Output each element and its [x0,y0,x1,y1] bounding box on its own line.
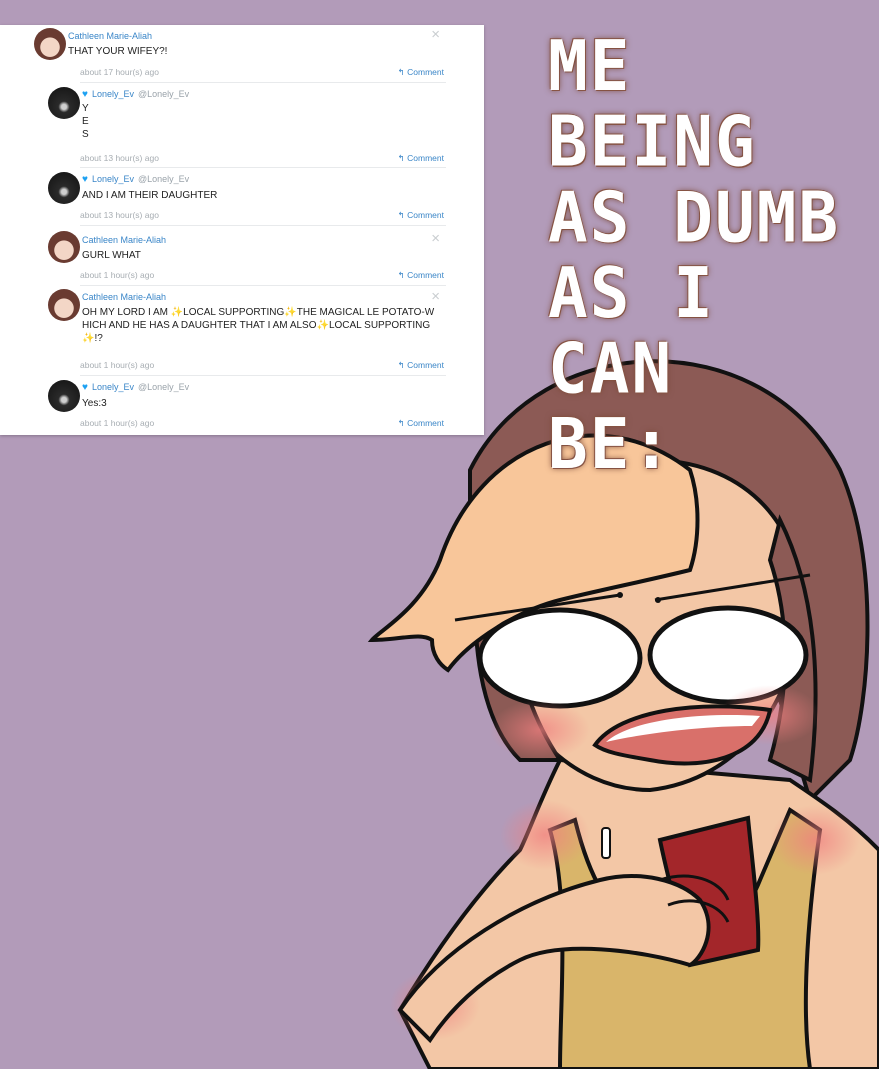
close-icon[interactable]: × [431,231,440,246]
author-name-text[interactable]: Lonely_Ev [92,382,134,392]
author-name[interactable]: ♥ Lonely_Ev @Lonely_Ev [82,382,189,393]
comment-time: about 1 hour(s) ago [80,360,155,370]
comment-thread-screenshot: Cathleen Marie-Aliah THAT YOUR WIFEY?! ×… [0,25,484,435]
comment-time: about 13 hour(s) ago [80,153,159,163]
author-handle: @Lonely_Ev [137,382,190,392]
comment-text: GURL WHAT [82,250,141,261]
avatar[interactable] [48,172,80,204]
meme-caption: ME BEING AS DUMB AS I CAN BE: [548,26,841,485]
comment-text: Yes:3 [82,398,107,409]
comment-reply-button[interactable]: ↰ Comment [398,270,444,281]
twitter-bird-icon: ♥ [82,89,88,100]
comment-time: about 17 hour(s) ago [80,67,159,77]
divider [80,167,446,168]
comment-time: about 1 hour(s) ago [80,418,155,428]
author-name[interactable]: Cathleen Marie-Aliah [82,292,166,302]
comment-text: AND I AM THEIR DAUGHTER [82,190,218,201]
comment-reply-button[interactable]: ↰ Comment [398,418,444,429]
author-name[interactable]: Cathleen Marie-Aliah [68,31,152,41]
twitter-bird-icon: ♥ [82,382,88,393]
author-name-text[interactable]: Cathleen Marie-Aliah [68,31,152,41]
comment-time: about 1 hour(s) ago [80,270,155,280]
author-handle: @Lonely_Ev [137,174,190,184]
author-name[interactable]: ♥ Lonely_Ev @Lonely_Ev [82,174,189,185]
comment-text: Y E S [82,103,89,140]
comment-time: about 13 hour(s) ago [80,210,159,220]
comment-reply-button[interactable]: ↰ Comment [398,360,444,371]
avatar[interactable] [48,87,80,119]
avatar[interactable] [48,231,80,263]
divider [80,285,446,286]
comment-text: THAT YOUR WIFEY?! [68,46,168,57]
author-name[interactable]: Cathleen Marie-Aliah [82,235,166,245]
author-name[interactable]: ♥ Lonely_Ev @Lonely_Ev [82,89,189,100]
avatar[interactable] [48,380,80,412]
comment-reply-button[interactable]: ↰ Comment [398,210,444,221]
close-icon[interactable]: × [431,289,440,304]
comment-reply-button[interactable]: ↰ Comment [398,67,444,78]
author-name-text[interactable]: Lonely_Ev [92,89,134,99]
comment-text: OH MY LORD I AM ✨LOCAL SUPPORTING✨THE MA… [82,307,435,344]
author-name-text[interactable]: Cathleen Marie-Aliah [82,235,166,245]
avatar[interactable] [48,289,80,321]
avatar[interactable] [34,28,66,60]
comment-reply-button[interactable]: ↰ Comment [398,153,444,164]
divider [80,82,446,83]
author-handle: @Lonely_Ev [137,89,190,99]
eye-left [477,607,643,709]
author-name-text[interactable]: Lonely_Ev [92,174,134,184]
divider [80,375,446,376]
close-icon[interactable]: × [431,27,440,42]
twitter-bird-icon: ♥ [82,174,88,185]
divider [80,225,446,226]
author-name-text[interactable]: Cathleen Marie-Aliah [82,292,166,302]
